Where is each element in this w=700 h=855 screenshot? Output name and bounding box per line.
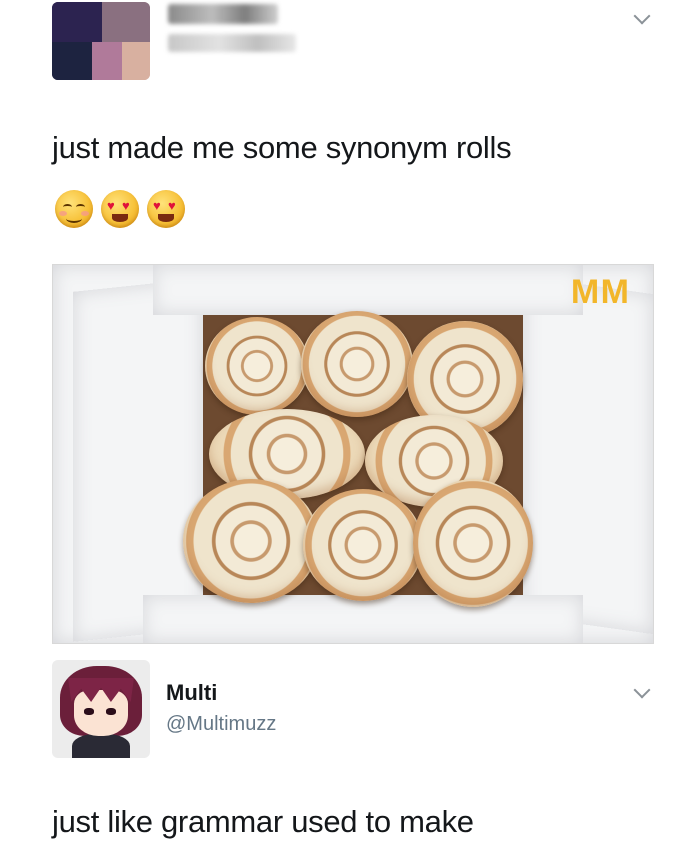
roll	[303, 489, 423, 601]
roll	[183, 479, 319, 603]
reply-tweet: Multi @Multimuzz just like grammar used …	[0, 658, 700, 855]
image-overlay-mm: M M	[570, 273, 629, 311]
avatar-face	[74, 690, 128, 736]
roll	[413, 479, 533, 607]
cinnamon-rolls-photo[interactable]: M M	[52, 264, 654, 644]
reply-display-name[interactable]: Multi	[166, 680, 217, 706]
heart-eyes-icon: ♥ ♥	[147, 190, 185, 228]
heart-eyes-icon: ♥ ♥	[101, 190, 139, 228]
avatar-blurred[interactable]	[52, 2, 150, 80]
original-tweet: just made me some synonym rolls ♥ ♥ ♥ ♥	[0, 0, 700, 660]
reply-handle: @Multimuzz	[166, 713, 277, 735]
chevron-down-icon[interactable]	[633, 7, 651, 25]
parchment-bottom	[143, 595, 583, 643]
parchment-top	[153, 265, 583, 315]
roll	[301, 311, 413, 417]
parchment-left	[73, 278, 203, 642]
reply-text: just like grammar used to make	[52, 804, 474, 839]
avatar-anime[interactable]	[52, 660, 150, 758]
roll	[205, 317, 309, 415]
emoji-row: ♥ ♥ ♥ ♥	[55, 190, 185, 228]
chevron-down-icon[interactable]	[633, 681, 651, 699]
display-name-blurred[interactable]	[168, 4, 278, 24]
handle-blurred	[168, 34, 296, 52]
tweet-text: just made me some synonym rolls	[52, 130, 512, 165]
avatar-body	[72, 734, 130, 758]
parchment-right	[523, 275, 653, 635]
smiling-face-with-smiling-eyes-icon	[55, 190, 93, 228]
